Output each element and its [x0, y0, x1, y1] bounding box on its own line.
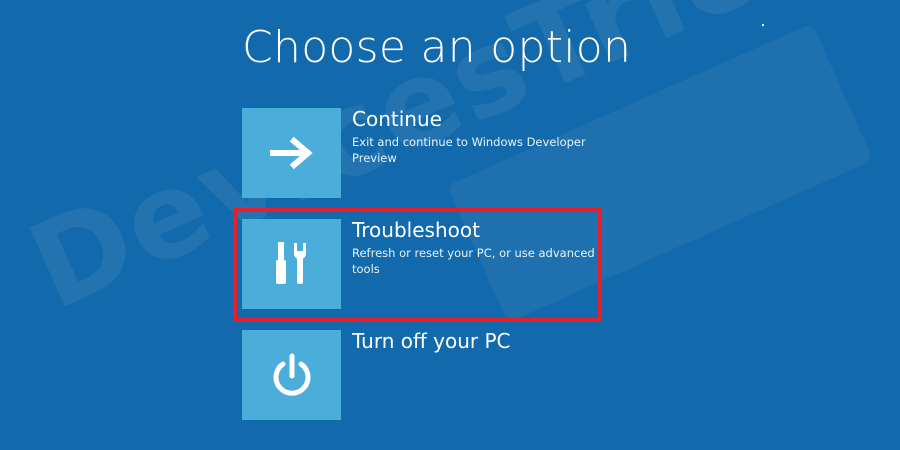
page-title: Choose an option — [242, 22, 632, 73]
arrow-right-icon — [269, 136, 313, 170]
option-turn-off-tile[interactable] — [242, 330, 341, 420]
option-troubleshoot-tile[interactable] — [242, 219, 341, 309]
option-troubleshoot-description: Refresh or reset your PC, or use advance… — [352, 246, 595, 276]
option-continue[interactable]: Continue Exit and continue to Windows De… — [242, 107, 702, 198]
corner-dot — [762, 24, 764, 26]
option-turn-off[interactable]: Turn off your PC — [242, 329, 702, 420]
option-troubleshoot-title: Troubleshoot — [352, 218, 480, 242]
option-continue-description: Exit and continue to Windows Developer P… — [352, 135, 586, 165]
option-continue-tile[interactable] — [242, 108, 341, 198]
power-icon — [273, 353, 310, 396]
tools-icon — [275, 242, 306, 284]
option-troubleshoot[interactable]: Troubleshoot Refresh or reset your PC, o… — [242, 218, 702, 309]
option-turn-off-title: Turn off your PC — [352, 329, 511, 353]
option-continue-title: Continue — [352, 107, 442, 131]
